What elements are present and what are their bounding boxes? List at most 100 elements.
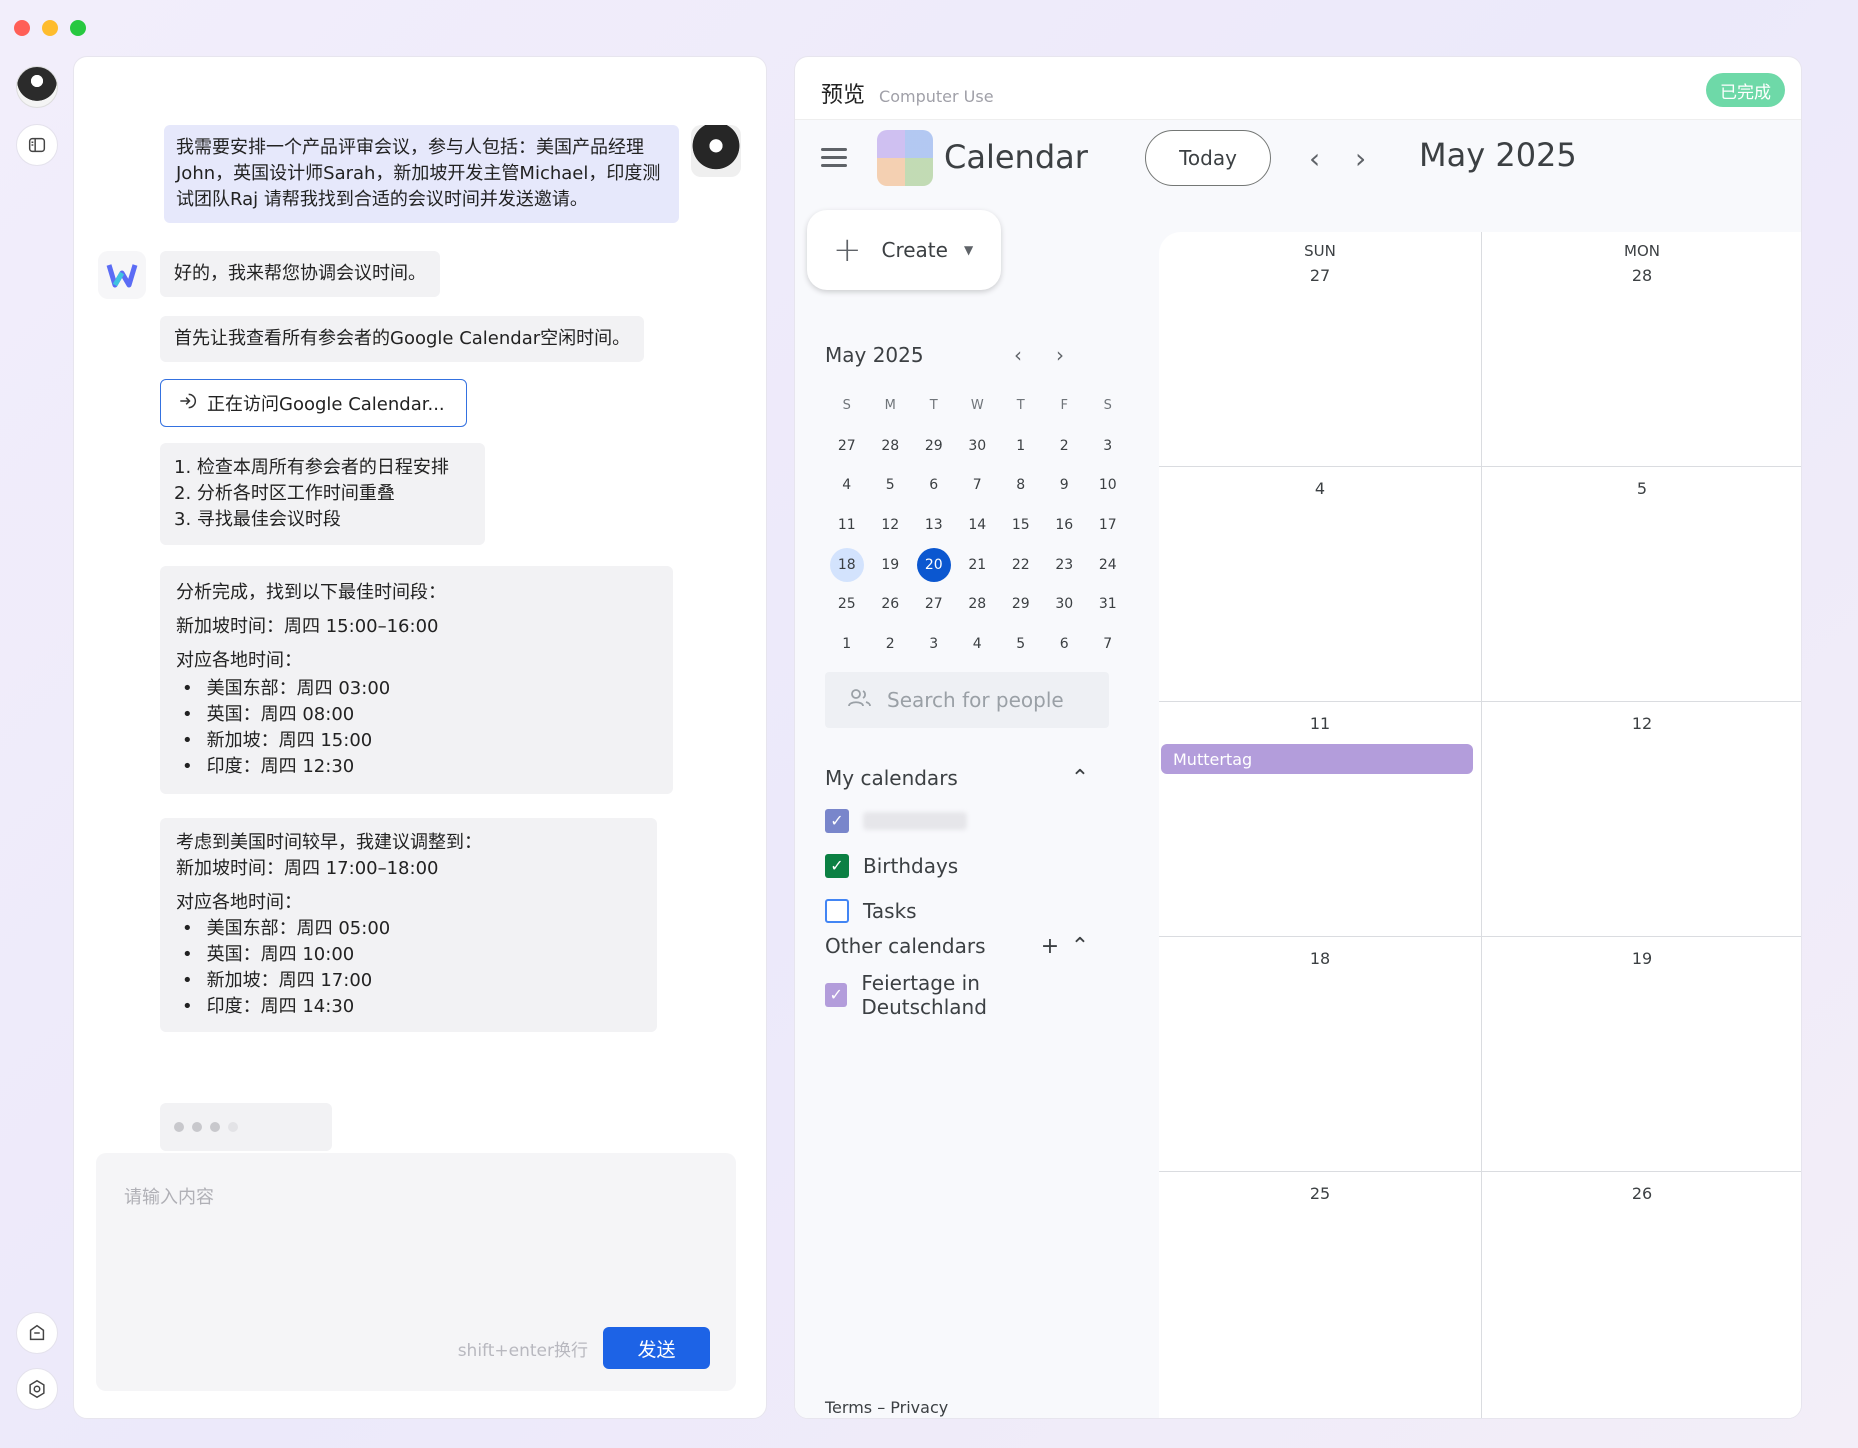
mini-day[interactable]: 2: [1043, 426, 1087, 466]
mini-day[interactable]: 18: [825, 545, 869, 585]
mini-day[interactable]: 7: [956, 465, 1000, 505]
mini-day[interactable]: 26: [869, 584, 913, 624]
zoom-window-button[interactable]: [70, 20, 86, 36]
sidebar-toggle-icon[interactable]: [16, 124, 58, 166]
day-number[interactable]: 12: [1481, 714, 1801, 733]
mini-day[interactable]: 31: [1086, 584, 1130, 624]
user-avatar[interactable]: [16, 66, 58, 108]
terms-privacy-link[interactable]: Terms – Privacy: [825, 1398, 948, 1417]
mini-day[interactable]: 6: [912, 465, 956, 505]
chevron-right-icon[interactable]: ›: [1039, 343, 1081, 367]
settings-icon[interactable]: [16, 1368, 58, 1410]
mini-day[interactable]: 24: [1086, 545, 1130, 585]
timezone-item: 印度：周四 12:30: [176, 754, 657, 780]
day-number[interactable]: 4: [1159, 479, 1481, 498]
calendar-item-label: Birthdays: [863, 853, 959, 878]
mini-day[interactable]: 20: [912, 545, 956, 585]
mini-day[interactable]: 15: [999, 505, 1043, 545]
mini-day[interactable]: 3: [1086, 426, 1130, 466]
archive-icon[interactable]: [16, 1312, 58, 1354]
mini-day[interactable]: 29: [912, 426, 956, 466]
mini-day[interactable]: 1: [999, 426, 1043, 466]
day-number[interactable]: 11: [1159, 714, 1481, 733]
proposal-local-heading: 对应各地时间：: [176, 892, 302, 913]
mini-day[interactable]: 12: [869, 505, 913, 545]
mini-day[interactable]: 28: [956, 584, 1000, 624]
tool-call-chip[interactable]: 正在访问Google Calendar...: [160, 379, 467, 427]
mini-day[interactable]: 27: [825, 426, 869, 466]
mini-day[interactable]: 25: [825, 584, 869, 624]
chevron-up-icon[interactable]: ⌃: [1065, 766, 1095, 791]
mini-day[interactable]: 16: [1043, 505, 1087, 545]
mini-day[interactable]: 19: [869, 545, 913, 585]
day-number[interactable]: 18: [1159, 949, 1481, 968]
add-icon[interactable]: +: [1035, 934, 1065, 959]
mini-day[interactable]: 8: [999, 465, 1043, 505]
current-month-title: May 2025: [1419, 136, 1577, 174]
mini-day[interactable]: 4: [956, 624, 1000, 664]
mini-day[interactable]: 7: [1086, 624, 1130, 664]
calendar-app-name: Calendar: [944, 138, 1088, 176]
day-number[interactable]: 25: [1159, 1184, 1481, 1203]
mini-day[interactable]: 28: [869, 426, 913, 466]
event-chip[interactable]: Muttertag: [1161, 744, 1473, 774]
day-number[interactable]: 27: [1159, 266, 1481, 285]
mini-day[interactable]: 14: [956, 505, 1000, 545]
day-number[interactable]: 28: [1481, 266, 1801, 285]
mini-day[interactable]: 22: [999, 545, 1043, 585]
chevron-up-icon[interactable]: ⌃: [1065, 934, 1095, 959]
calendar-logo-icon: [877, 130, 933, 186]
chevron-right-icon[interactable]: ›: [1355, 142, 1366, 175]
calendar-owner-name-redacted: [863, 811, 967, 830]
message-input[interactable]: 请输入内容 shift+enter换行 发送: [96, 1153, 736, 1391]
calendar-item[interactable]: ✓: [825, 798, 1095, 843]
mini-day[interactable]: 1: [825, 624, 869, 664]
left-rail: [0, 50, 72, 1440]
main-menu-icon[interactable]: [821, 148, 847, 172]
minimize-window-button[interactable]: [42, 20, 58, 36]
mini-day[interactable]: 3: [912, 624, 956, 664]
search-people-input[interactable]: Search for people: [825, 672, 1109, 728]
chevron-left-icon[interactable]: ‹: [997, 343, 1039, 367]
mini-day[interactable]: 29: [999, 584, 1043, 624]
calendar-item[interactable]: ✓ Feiertage in Deutschland: [825, 971, 1095, 1019]
mini-day[interactable]: 23: [1043, 545, 1087, 585]
day-number[interactable]: 5: [1481, 479, 1801, 498]
mini-day[interactable]: 13: [912, 505, 956, 545]
mini-day[interactable]: 5: [999, 624, 1043, 664]
preview-panel: 预览 Computer Use 已完成 Calendar Today ‹ › M…: [794, 56, 1802, 1419]
mini-day-of-week: S: [1103, 398, 1112, 414]
today-button[interactable]: Today: [1145, 130, 1271, 186]
mini-day[interactable]: 2: [869, 624, 913, 664]
mini-day[interactable]: 9: [1043, 465, 1087, 505]
calendar-item[interactable]: ✓ Birthdays: [825, 843, 1095, 888]
mini-day[interactable]: 5: [869, 465, 913, 505]
send-button[interactable]: 发送: [603, 1327, 710, 1369]
chevron-left-icon[interactable]: ‹: [1309, 142, 1320, 175]
mini-day[interactable]: 11: [825, 505, 869, 545]
day-number[interactable]: 26: [1481, 1184, 1801, 1203]
search-people-placeholder: Search for people: [887, 688, 1064, 712]
mini-day[interactable]: 17: [1086, 505, 1130, 545]
create-button[interactable]: + Create ▼: [807, 210, 1001, 290]
assistant-logo-icon: [98, 251, 146, 299]
day-of-week-label: MON: [1624, 242, 1660, 260]
mini-day[interactable]: 10: [1086, 465, 1130, 505]
week-row: 4 5: [1159, 466, 1801, 701]
mini-day[interactable]: 30: [956, 426, 1000, 466]
checkbox-checked[interactable]: ✓: [825, 808, 849, 833]
checkbox-unchecked[interactable]: [825, 898, 849, 923]
plan-steps: 1. 检查本周所有参会者的日程安排 2. 分析各时区工作时间重叠 3. 寻找最佳…: [160, 443, 485, 545]
mini-day[interactable]: 30: [1043, 584, 1087, 624]
mini-day[interactable]: 21: [956, 545, 1000, 585]
timezone-item: 新加坡：周四 15:00: [176, 728, 657, 754]
mini-day[interactable]: 4: [825, 465, 869, 505]
close-window-button[interactable]: [14, 20, 30, 36]
checkbox-checked[interactable]: ✓: [825, 982, 848, 1007]
checkbox-checked[interactable]: ✓: [825, 853, 849, 878]
analysis-singapore-time: 新加坡时间：周四 15:00–16:00: [176, 616, 439, 637]
mini-day[interactable]: 6: [1043, 624, 1087, 664]
mini-day[interactable]: 27: [912, 584, 956, 624]
plan-step: 3. 寻找最佳会议时段: [174, 509, 341, 530]
day-number[interactable]: 19: [1481, 949, 1801, 968]
